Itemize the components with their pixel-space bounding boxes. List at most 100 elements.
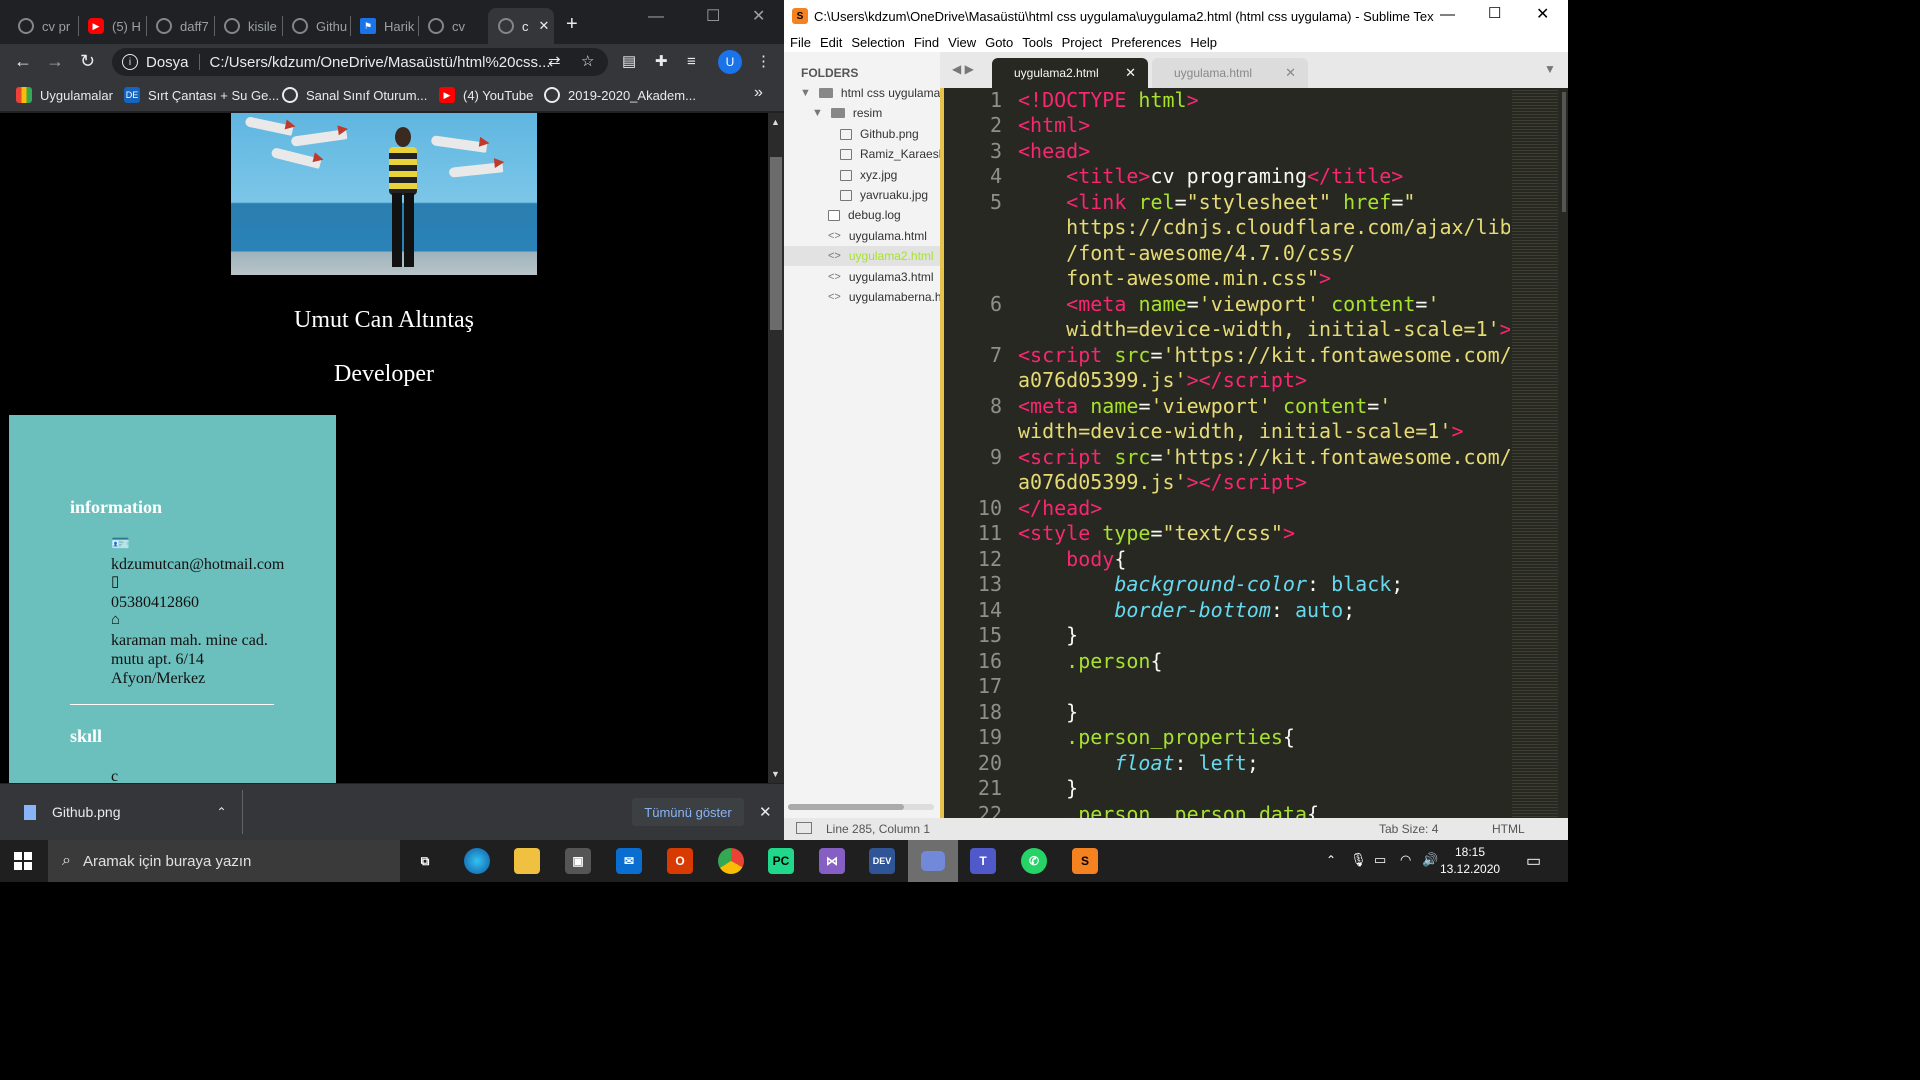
back-icon[interactable]: ← [14,52,32,70]
code-editor[interactable]: 123 456 789 10 11 12 13 14 15 16 17 18 19 20 21 … [940,88,1568,818]
volume-icon[interactable]: 🔊 [1422,852,1438,868]
show-all-button[interactable]: Tümünü göster [632,798,744,826]
whatsapp-icon[interactable]: ✆ [1021,848,1047,874]
tree-item[interactable]: Github.png [840,127,919,141]
bookmark-item[interactable]: 2019-2020_Akadem... [544,87,696,103]
taskbar-clock[interactable]: 18:15 13.12.2020 [1440,844,1500,878]
menu-preferences[interactable]: Preferences [1111,35,1181,50]
sidebar-hscrollbar[interactable] [788,804,934,810]
wifi-icon[interactable]: ◠ [1400,852,1411,868]
tree-item[interactable]: <> uygulama3.html [828,270,934,284]
close-tab-icon[interactable]: ✕ [539,18,550,34]
bookmark-item[interactable]: Uygulamalar [16,87,113,103]
puzzle-icon[interactable]: ✚ [655,53,668,71]
devc-icon[interactable]: DEV [869,848,895,874]
visual-studio-icon[interactable]: ⋈ [819,848,845,874]
address-bar[interactable]: i Dosya C:/Users/kdzum/OneDrive/Masaüstü… [112,48,608,76]
taskbar-search[interactable]: ⌕ Aramak için buraya yazın [48,840,400,882]
info-icon[interactable]: i [122,54,138,70]
menu-edit[interactable]: Edit [820,35,842,50]
bookmark-item[interactable]: DE Sırt Çantası + Su Ge... [124,87,279,103]
store-icon[interactable]: ▣ [565,848,591,874]
task-view-icon[interactable]: ⧉ [412,848,438,874]
browser-tab[interactable]: cv [418,8,486,44]
discord-icon[interactable] [908,840,958,882]
teams-icon[interactable]: T [970,848,996,874]
bookmarks-bar: Uygulamalar DE Sırt Çantası + Su Ge... Sa… [0,80,784,112]
tree-item[interactable]: debug.log [828,208,901,222]
new-tab-button[interactable]: + [566,14,578,34]
microphone-icon[interactable]: 🎙 [1350,852,1367,868]
battery-icon[interactable]: ▭ [1374,852,1386,868]
browser-tab[interactable]: ▶ (5) H [78,8,146,44]
tree-item[interactable]: xyz.jpg [840,168,897,182]
tree-item[interactable]: ▼ html css uygulama [800,86,940,100]
menu-kebab-icon[interactable]: ⋮ [756,53,771,71]
browser-tab[interactable]: ⚑ Harik [350,8,418,44]
mail-icon[interactable]: ✉ [616,848,642,874]
browser-tab[interactable]: kisile [214,8,282,44]
menu-view[interactable]: View [948,35,976,50]
profile-photo [231,113,537,275]
edge-icon[interactable] [464,848,490,874]
bookmark-item[interactable]: ▶ (4) YouTube [439,87,533,103]
bookmark-star-icon[interactable]: ☆ [581,53,594,71]
tab-nav-arrows[interactable]: ◀ ▶ [952,62,974,76]
close-tab-icon[interactable]: ✕ [1125,65,1136,81]
menu-project[interactable]: Project [1062,35,1102,50]
editor-tab[interactable]: uygulama.html ✕ [1152,58,1308,88]
tray-chevron-icon[interactable]: ⌃ [1326,853,1336,867]
chrome-icon[interactable] [718,848,744,874]
tree-item[interactable]: ▼ resim [812,106,882,120]
syntax-mode[interactable]: HTML [1492,822,1525,836]
office-icon[interactable]: O [667,848,693,874]
maximize-icon[interactable]: ☐ [1488,4,1501,22]
chevron-up-icon[interactable]: ⌃ [217,805,227,819]
menu-find[interactable]: Find [914,35,939,50]
minimize-icon[interactable]: — [1440,6,1455,23]
tab-overflow-icon[interactable]: ▼ [1544,62,1556,76]
sublime-icon[interactable]: S [1072,848,1098,874]
maximize-icon[interactable]: ☐ [706,6,720,26]
address-line: mutu apt. 6/14 [111,651,204,668]
extension-icon[interactable]: ▤ [622,53,636,71]
panel-toggle-icon[interactable] [796,822,812,834]
avatar[interactable]: U [718,50,742,74]
browser-tab[interactable]: Githu [282,8,350,44]
tree-item[interactable]: <> uygulamaberna.h [828,290,940,304]
minimize-icon[interactable]: — [648,8,664,26]
download-item[interactable]: Github.png ⌃ [24,804,227,820]
translate-icon[interactable]: ⇄ [548,53,561,71]
menu-selection[interactable]: Selection [851,35,904,50]
page-scrollbar[interactable]: ▲ ▼ [768,113,784,783]
close-window-icon[interactable]: ✕ [1536,4,1549,24]
close-tab-icon[interactable]: ✕ [1285,65,1296,81]
browser-tab[interactable]: daff7 [146,8,214,44]
tab-size[interactable]: Tab Size: 4 [1379,822,1438,836]
scrollbar-thumb[interactable] [770,157,782,330]
media-queue-icon[interactable]: ≡ [687,53,696,71]
forward-icon[interactable]: → [46,52,64,70]
menu-help[interactable]: Help [1190,35,1217,50]
editor-tab-active[interactable]: uygulama2.html ✕ [992,58,1148,88]
close-download-bar-icon[interactable]: ✕ [759,803,772,821]
tree-item[interactable]: Ramiz_Karaeski [840,147,940,161]
browser-tab-active[interactable]: c ✕ [488,8,554,44]
browser-tab[interactable]: cv pr [8,8,76,44]
tree-item-selected[interactable]: <> uygulama2.html [784,246,940,266]
menu-tools[interactable]: Tools [1022,35,1052,50]
bookmark-item[interactable]: Sanal Sınıf Oturum... [282,87,427,103]
tree-item[interactable]: yavruaku.jpg [840,188,928,202]
notification-icon[interactable]: ▭ [1526,851,1541,871]
minimap[interactable] [1510,88,1568,818]
bookmarks-overflow[interactable]: » [754,84,763,102]
menu-file[interactable]: File [790,35,811,50]
tree-item[interactable]: <> uygulama.html [828,229,927,243]
file-explorer-icon[interactable] [514,848,540,874]
globe-icon [224,18,240,34]
pycharm-icon[interactable]: PC [768,848,794,874]
menu-goto[interactable]: Goto [985,35,1013,50]
windows-start-icon[interactable] [14,852,32,870]
close-window-icon[interactable]: ✕ [752,6,765,26]
reload-icon[interactable]: ↻ [80,52,95,70]
